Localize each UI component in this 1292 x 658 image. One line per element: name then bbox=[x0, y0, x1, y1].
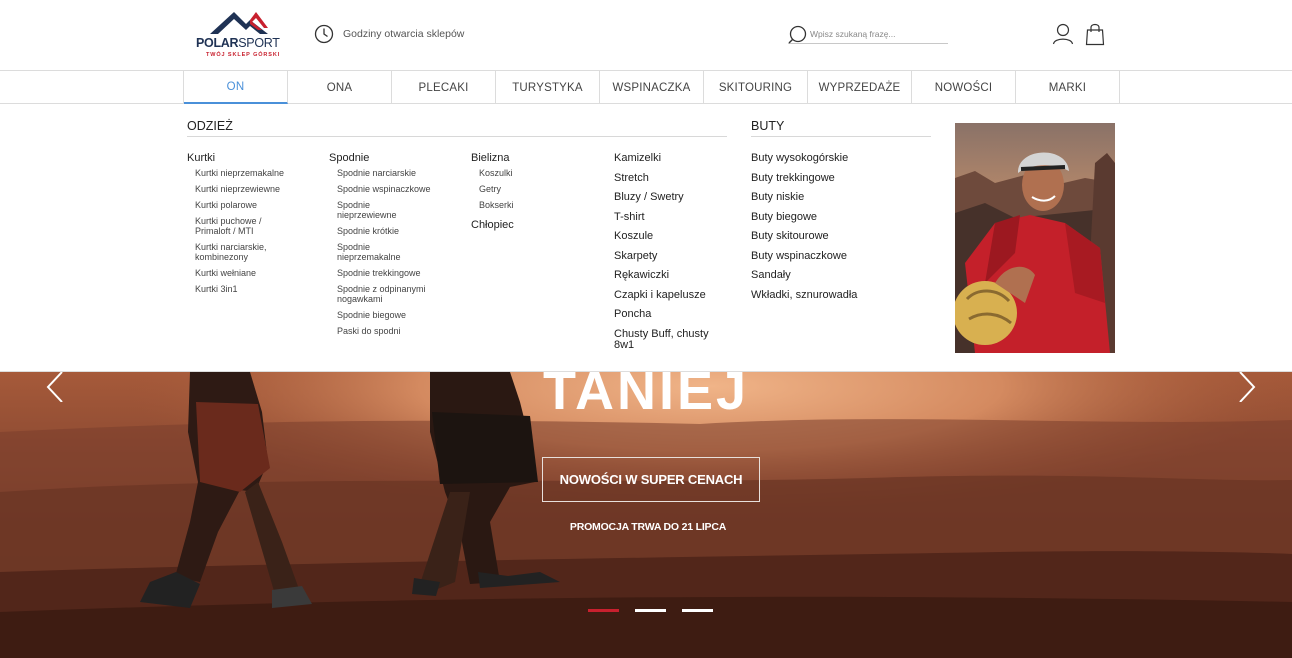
logo-name-bold: POLAR bbox=[196, 36, 239, 50]
chevron-right-icon[interactable] bbox=[1232, 372, 1262, 402]
shoe-category-link[interactable]: Buty biegowe bbox=[751, 211, 931, 223]
subcategory-link[interactable]: Spodnie z odpinanymi nogawkami bbox=[329, 284, 433, 304]
nav-item-nowosci[interactable]: NOWOŚCI bbox=[912, 71, 1016, 104]
category-link[interactable]: Poncha bbox=[614, 309, 724, 320]
hero-headline: TANIEJ bbox=[542, 372, 750, 421]
nav-item-wspinaczka[interactable]: WSPINACZKA bbox=[600, 71, 704, 104]
underwear-column: Bielizna Koszulki Getry Bokserki Chłopie… bbox=[471, 149, 591, 235]
clothes-section-title: ODZIEŻ bbox=[187, 119, 727, 137]
shoe-category-link[interactable]: Buty skitourowe bbox=[751, 231, 931, 242]
logo-tagline: TWÓJ SKLEP GÓRSKI bbox=[206, 52, 281, 58]
subcategory-link[interactable]: Kurtki 3in1 bbox=[187, 284, 307, 294]
subcategory-link[interactable]: Spodnie trekkingowe bbox=[329, 268, 449, 278]
subcategory-link[interactable]: Bokserki bbox=[471, 200, 591, 210]
nav-item-turystyka[interactable]: TURYSTYKA bbox=[496, 71, 600, 104]
clock-icon bbox=[314, 24, 334, 44]
search-box bbox=[788, 24, 948, 44]
nav-item-wyprzedaze[interactable]: WYPRZEDAŻE bbox=[808, 71, 912, 104]
climber-promo-image[interactable] bbox=[955, 123, 1115, 353]
category-link[interactable]: Bluzy / Swetry bbox=[614, 192, 724, 203]
trousers-column: Spodnie Spodnie narciarskie Spodnie wspi… bbox=[329, 149, 449, 342]
category-chlopiec[interactable]: Chłopiec bbox=[471, 216, 591, 235]
subcategory-link[interactable]: Koszulki bbox=[471, 168, 591, 178]
category-link[interactable]: T-shirt bbox=[614, 211, 724, 223]
search-input[interactable] bbox=[810, 27, 944, 41]
climber-photo bbox=[955, 123, 1115, 353]
category-link[interactable]: Skarpety bbox=[614, 250, 724, 262]
slider-dot-1[interactable] bbox=[588, 609, 619, 612]
subcategory-link[interactable]: Spodnie nieprzewiewne bbox=[329, 200, 409, 220]
shoe-category-link[interactable]: Buty wspinaczkowe bbox=[751, 250, 931, 262]
promo-note: PROMOCJA TRWA DO 21 LIPCA bbox=[569, 521, 727, 533]
subcategory-link[interactable]: Paski do spodni bbox=[329, 326, 449, 336]
site-header: POLARSPORT TWÓJ SKLEP GÓRSKI Godziny otw… bbox=[0, 0, 1292, 70]
subcategory-link[interactable]: Kurtki nieprzewiewne bbox=[187, 184, 307, 194]
subcategory-link[interactable]: Spodnie narciarskie bbox=[329, 168, 449, 178]
subcategory-link[interactable]: Kurtki puchowe / Primaloft / MTI bbox=[187, 216, 277, 236]
shoes-column: Buty wysokogórskie Buty trekkingowe Buty… bbox=[751, 153, 931, 309]
subcategory-link[interactable]: Getry bbox=[471, 184, 591, 194]
subcategory-link[interactable]: Spodnie krótkie bbox=[329, 226, 449, 236]
category-spodnie[interactable]: Spodnie bbox=[329, 149, 449, 168]
subcategory-link[interactable]: Kurtki nieprzemakalne bbox=[187, 168, 307, 178]
chevron-left-icon[interactable] bbox=[40, 372, 70, 402]
subcategory-link[interactable]: Kurtki polarowe bbox=[187, 200, 307, 210]
search-icon[interactable] bbox=[788, 25, 808, 45]
slider-dot-2[interactable] bbox=[635, 609, 666, 612]
shoe-category-link[interactable]: Buty niskie bbox=[751, 192, 931, 203]
nav-item-ona[interactable]: ONA bbox=[288, 71, 392, 104]
main-navigation: ON ONA PLECAKI TURYSTYKA WSPINACZKA SKIT… bbox=[0, 70, 1292, 104]
nav-item-skitouring[interactable]: SKITOURING bbox=[704, 71, 808, 104]
subcategory-link[interactable]: Kurtki wełniane bbox=[187, 268, 307, 278]
subcategory-link[interactable]: Spodnie biegowe bbox=[329, 310, 449, 320]
category-bielizna[interactable]: Bielizna bbox=[471, 149, 591, 168]
nav-tabs: ON ONA PLECAKI TURYSTYKA WSPINACZKA SKIT… bbox=[183, 71, 1120, 104]
slider-dots bbox=[588, 609, 729, 612]
logo-name-regular: SPORT bbox=[238, 36, 280, 50]
mega-menu: ODZIEŻ BUTY Kurtki Kurtki nieprzemakalne… bbox=[0, 104, 1292, 372]
category-link[interactable]: Czapki i kapelusze bbox=[614, 289, 724, 301]
category-link[interactable]: Koszule bbox=[614, 231, 724, 242]
store-hours-label: Godziny otwarcia sklepów bbox=[343, 28, 465, 40]
shoe-category-link[interactable]: Buty wysokogórskie bbox=[751, 153, 931, 164]
jackets-column: Kurtki Kurtki nieprzemakalne Kurtki niep… bbox=[187, 149, 307, 300]
nav-item-plecaki[interactable]: PLECAKI bbox=[392, 71, 496, 104]
shoe-category-link[interactable]: Buty trekkingowe bbox=[751, 172, 931, 184]
shoe-category-link[interactable]: Sandały bbox=[751, 270, 931, 281]
new-arrivals-button[interactable]: NOWOŚCI W SUPER CENACH bbox=[542, 457, 760, 502]
shoe-category-link[interactable]: Wkładki, sznurowadła bbox=[751, 289, 931, 301]
subcategory-link[interactable]: Spodnie wspinaczkowe bbox=[329, 184, 449, 194]
slider-dot-3[interactable] bbox=[682, 609, 713, 612]
category-link[interactable]: Chusty Buff, chusty 8w1 bbox=[614, 328, 714, 351]
user-account-icon[interactable] bbox=[1052, 23, 1074, 45]
nav-item-marki[interactable]: MARKI bbox=[1016, 71, 1120, 104]
category-link[interactable]: Kamizelki bbox=[614, 153, 724, 164]
logo-wordmark: POLARSPORT bbox=[196, 36, 280, 50]
category-kurtki[interactable]: Kurtki bbox=[187, 149, 307, 168]
shopping-bag-icon[interactable] bbox=[1085, 22, 1105, 46]
polarsport-logo[interactable]: POLARSPORT TWÓJ SKLEP GÓRSKI bbox=[196, 8, 282, 62]
category-link[interactable]: Rękawiczki bbox=[614, 270, 724, 281]
subcategory-link[interactable]: Kurtki narciarskie, kombinezony bbox=[187, 242, 287, 262]
shoes-section-title: BUTY bbox=[751, 119, 931, 137]
other-clothes-column: Kamizelki Stretch Bluzy / Swetry T-shirt… bbox=[614, 153, 724, 359]
hero-banner: TANIEJ NOWOŚCI W SUPER CENACH PROMOCJA T… bbox=[0, 372, 1292, 658]
category-link[interactable]: Stretch bbox=[614, 172, 724, 184]
subcategory-link[interactable]: Spodnie nieprzemakalne bbox=[329, 242, 409, 262]
store-hours-link[interactable]: Godziny otwarcia sklepów bbox=[314, 24, 464, 44]
mountain-logo-icon bbox=[210, 12, 268, 34]
nav-item-on[interactable]: ON bbox=[184, 71, 288, 104]
